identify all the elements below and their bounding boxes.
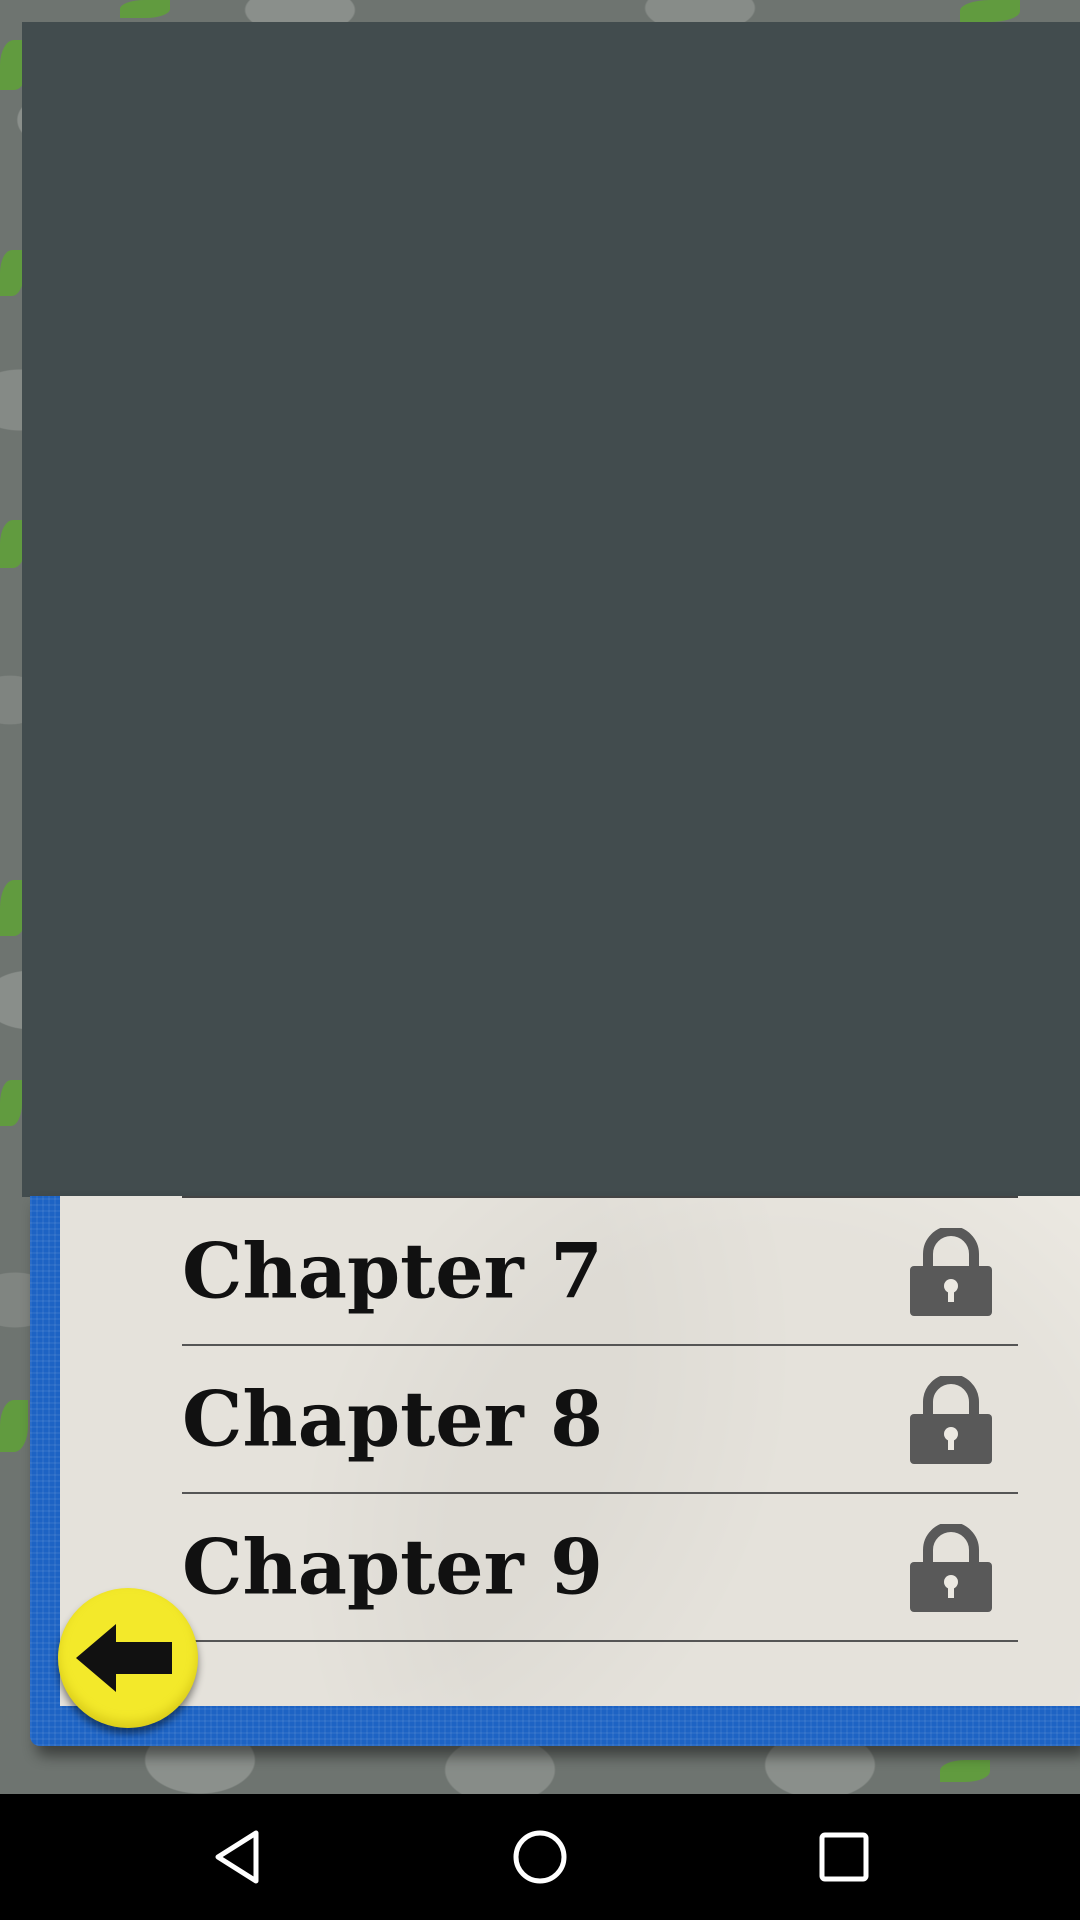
back-button[interactable]	[58, 1588, 198, 1728]
vine-leaf	[940, 1760, 990, 1782]
image-panel	[22, 22, 1080, 1197]
lock-icon	[910, 1228, 992, 1316]
nav-home-icon[interactable]	[510, 1827, 570, 1887]
chapter-label: Chapter 8	[182, 1374, 603, 1464]
chapter-row-8[interactable]: Chapter 8	[182, 1346, 1018, 1494]
vine-leaf	[0, 250, 24, 296]
nav-back-icon[interactable]	[208, 1827, 268, 1887]
chapter-label: Chapter 9	[182, 1522, 603, 1612]
nav-recents-icon[interactable]	[814, 1827, 874, 1887]
vine-leaf	[960, 0, 1020, 22]
system-nav-bar	[0, 1794, 1080, 1920]
vine-leaf	[0, 1400, 28, 1452]
back-arrow-icon	[76, 1624, 172, 1692]
lock-icon	[910, 1524, 992, 1612]
chapter-label: Chapter 7	[182, 1226, 603, 1316]
chapter-row-7[interactable]: Chapter 7	[182, 1198, 1018, 1346]
vine-leaf	[0, 1080, 22, 1126]
lock-icon	[910, 1376, 992, 1464]
vine-leaf	[120, 0, 170, 18]
chapter-row-9[interactable]: Chapter 9	[182, 1494, 1018, 1642]
